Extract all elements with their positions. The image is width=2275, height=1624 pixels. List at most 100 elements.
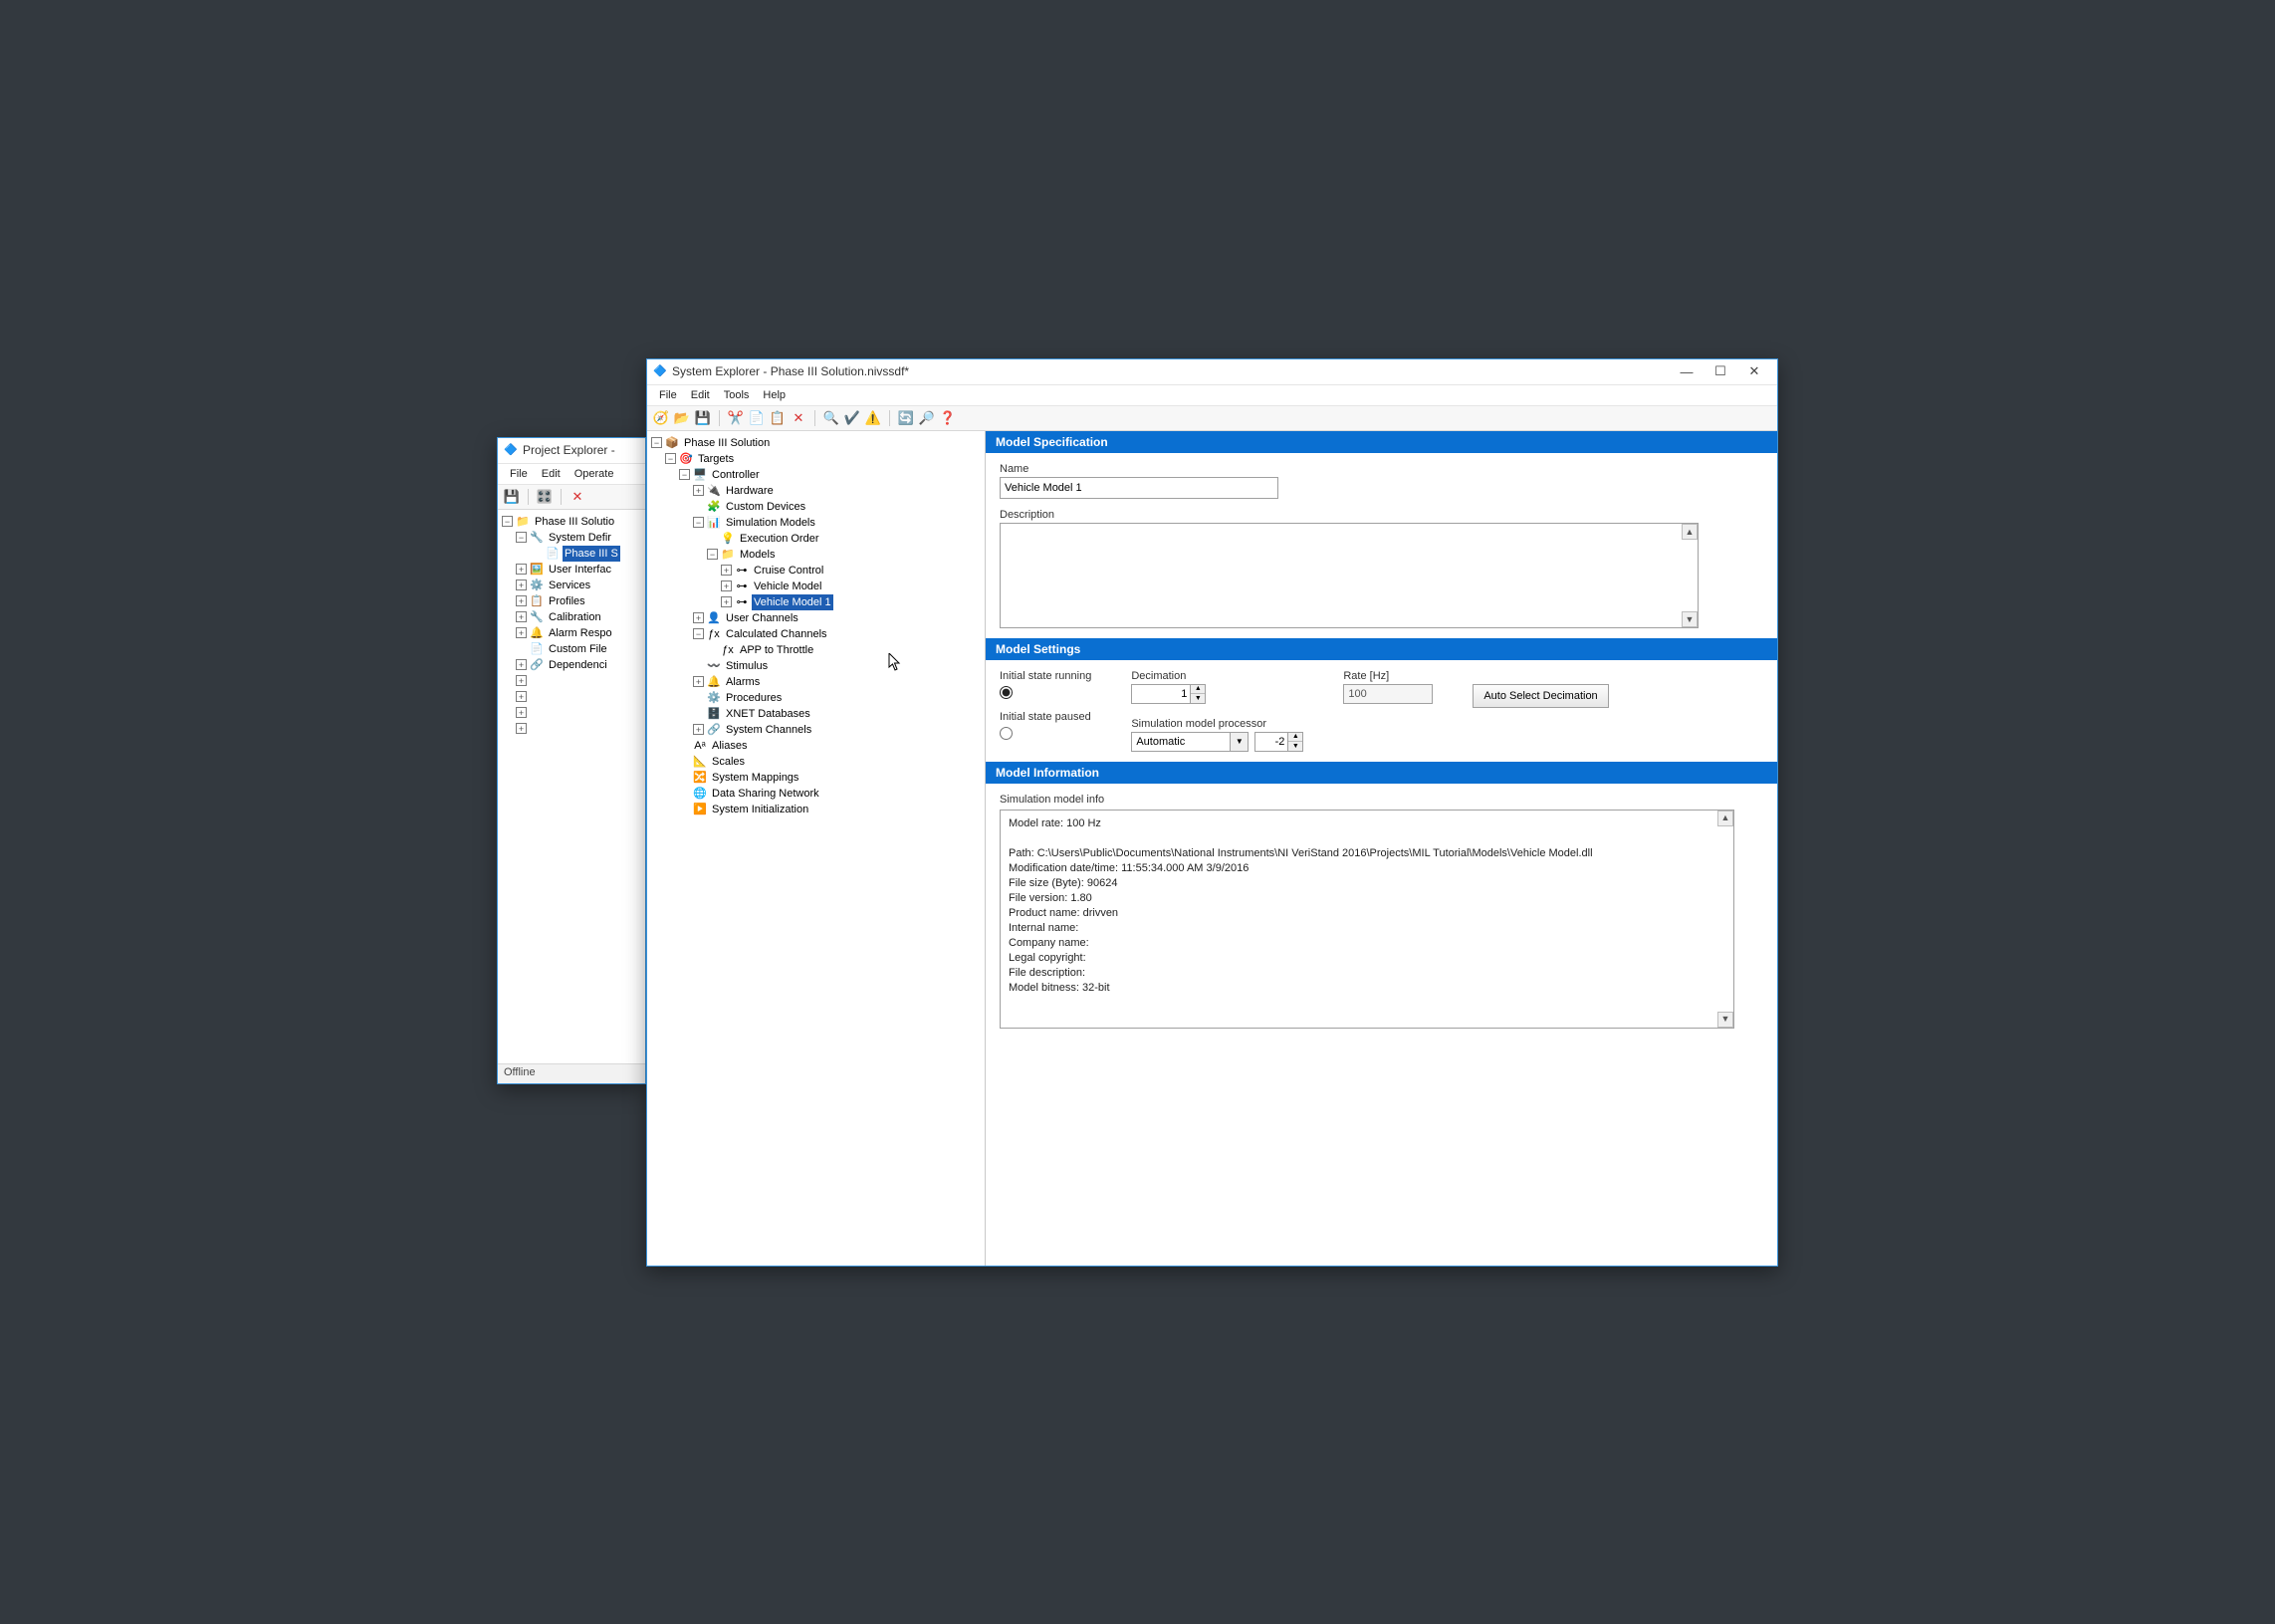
tree-row[interactable]: 🌐Data Sharing Network	[649, 786, 983, 802]
expand-icon[interactable]: +	[516, 580, 527, 590]
tree-row[interactable]: +	[500, 673, 643, 689]
processor-combo[interactable]	[1131, 732, 1231, 752]
save-icon[interactable]: 💾	[694, 409, 712, 427]
chevron-down-icon[interactable]: ▼	[1231, 732, 1249, 752]
processor-spinner[interactable]: ▲▼	[1288, 732, 1303, 752]
expand-icon[interactable]: +	[693, 724, 704, 735]
tree-row[interactable]: 🗄️XNET Databases	[649, 706, 983, 722]
menu-file[interactable]: File	[653, 387, 683, 403]
decimation-spinner[interactable]: ▲▼	[1191, 684, 1206, 704]
project-tree[interactable]: −📁Phase III Solutio −🔧System Defir 📄Phas…	[498, 510, 645, 1063]
decimation-input[interactable]	[1131, 684, 1191, 704]
tree-row[interactable]: +🔗System Channels	[649, 722, 983, 738]
tree-row[interactable]: ▶️System Initialization	[649, 802, 983, 817]
maximize-button[interactable]: ☐	[1704, 359, 1737, 383]
menu-edit[interactable]: Edit	[536, 466, 567, 482]
refresh-icon[interactable]: 🔄	[897, 409, 915, 427]
tree-row[interactable]: −📁Models	[649, 547, 983, 563]
expand-icon[interactable]: +	[516, 723, 527, 734]
scroll-down-icon[interactable]: ▼	[1717, 1012, 1733, 1028]
expand-icon[interactable]: +	[516, 611, 527, 622]
save-icon[interactable]: 💾	[503, 488, 521, 506]
tree-row[interactable]: +🔔Alarms	[649, 674, 983, 690]
tree-row[interactable]: +🔔Alarm Respo	[500, 625, 643, 641]
expand-icon[interactable]: −	[651, 437, 662, 448]
menu-file[interactable]: File	[504, 466, 534, 482]
expand-icon[interactable]: +	[516, 691, 527, 702]
expand-icon[interactable]: −	[502, 516, 513, 527]
scroll-down-icon[interactable]: ▼	[1682, 611, 1698, 627]
expand-icon[interactable]: +	[721, 580, 732, 591]
titlebar[interactable]: 🔷 Project Explorer -	[498, 438, 645, 464]
tree-row[interactable]: +🔗Dependenci	[500, 657, 643, 673]
copy-icon[interactable]: 📄	[748, 409, 766, 427]
tree-row[interactable]: +⚙️Services	[500, 578, 643, 593]
expand-icon[interactable]: +	[516, 675, 527, 686]
expand-icon[interactable]: +	[693, 676, 704, 687]
tree-row[interactable]: 📄Phase III S	[500, 546, 643, 562]
delete-icon[interactable]: ✕	[790, 409, 807, 427]
expand-icon[interactable]: +	[516, 595, 527, 606]
tree-row[interactable]: +	[500, 705, 643, 721]
tree-row[interactable]: +⊶Vehicle Model	[649, 579, 983, 594]
expand-icon[interactable]: −	[665, 453, 676, 464]
auto-select-decimation-button[interactable]: Auto Select Decimation	[1473, 684, 1608, 708]
tree-row[interactable]: −ƒxCalculated Channels	[649, 626, 983, 642]
delete-icon[interactable]: ✕	[569, 488, 586, 506]
expand-icon[interactable]: −	[516, 532, 527, 543]
chevron-down-icon[interactable]: ▼	[1288, 742, 1302, 751]
help-icon[interactable]: ❓	[939, 409, 957, 427]
chevron-down-icon[interactable]: ▼	[1191, 694, 1205, 703]
menu-operate[interactable]: Operate	[569, 466, 620, 482]
expand-icon[interactable]: −	[707, 549, 718, 560]
tree-row[interactable]: 💡Execution Order	[649, 531, 983, 547]
tree-row[interactable]: −🖥️Controller	[649, 467, 983, 483]
tree-row[interactable]: AᵃAliases	[649, 738, 983, 754]
expand-icon[interactable]: −	[693, 517, 704, 528]
expand-icon[interactable]: +	[693, 612, 704, 623]
tree-row[interactable]: ⚙️Procedures	[649, 690, 983, 706]
open-icon[interactable]: 📂	[673, 409, 691, 427]
tree-row[interactable]: +	[500, 721, 643, 737]
zoom-icon[interactable]: 🔎	[918, 409, 936, 427]
expand-icon[interactable]: +	[721, 565, 732, 576]
tree-row[interactable]: +🖼️User Interfac	[500, 562, 643, 578]
chevron-up-icon[interactable]: ▲	[1288, 733, 1302, 742]
paste-icon[interactable]: 📋	[769, 409, 787, 427]
tree-row[interactable]: +🔌Hardware	[649, 483, 983, 499]
menu-help[interactable]: Help	[757, 387, 792, 403]
config-icon[interactable]: 🎛️	[536, 488, 554, 506]
initial-running-radio[interactable]	[1000, 686, 1013, 699]
scroll-up-icon[interactable]: ▲	[1717, 811, 1733, 826]
check-icon[interactable]: ✔️	[843, 409, 861, 427]
tree-row[interactable]: −📁Phase III Solutio	[500, 514, 643, 530]
tree-row[interactable]: +🔧Calibration	[500, 609, 643, 625]
tree-row[interactable]: +👤User Channels	[649, 610, 983, 626]
tree-row[interactable]: 🧩Custom Devices	[649, 499, 983, 515]
model-info-box[interactable]: ▲ ▼ Model rate: 100 Hz Path: C:\Users\Pu…	[1000, 810, 1734, 1029]
minimize-button[interactable]: —	[1670, 359, 1704, 383]
tree-row[interactable]: −📦Phase III Solution	[649, 435, 983, 451]
tree-row[interactable]: −📊Simulation Models	[649, 515, 983, 531]
cut-icon[interactable]: ✂️	[727, 409, 745, 427]
tree-row[interactable]: ƒxAPP to Throttle	[649, 642, 983, 658]
system-tree-panel[interactable]: −📦Phase III Solution−🎯Targets−🖥️Controll…	[647, 431, 986, 1266]
tree-row[interactable]: 📄Custom File	[500, 641, 643, 657]
description-textarea[interactable]: ▲ ▼	[1000, 523, 1699, 628]
menu-edit[interactable]: Edit	[685, 387, 716, 403]
titlebar[interactable]: 🔷 System Explorer - Phase III Solution.n…	[647, 359, 1777, 385]
tree-row[interactable]: 〰️Stimulus	[649, 658, 983, 674]
warning-icon[interactable]: ⚠️	[864, 409, 882, 427]
tree-row[interactable]: −🎯Targets	[649, 451, 983, 467]
tree-row[interactable]: +	[500, 689, 643, 705]
chevron-up-icon[interactable]: ▲	[1191, 685, 1205, 694]
scroll-up-icon[interactable]: ▲	[1682, 524, 1698, 540]
close-button[interactable]: ✕	[1737, 359, 1771, 383]
expand-icon[interactable]: +	[693, 485, 704, 496]
name-input[interactable]	[1000, 477, 1278, 499]
tree-row[interactable]: +⊶Vehicle Model 1	[649, 594, 983, 610]
tree-row[interactable]: +⊶Cruise Control	[649, 563, 983, 579]
processor-spin-input[interactable]	[1254, 732, 1288, 752]
initial-paused-radio[interactable]	[1000, 727, 1013, 740]
expand-icon[interactable]: +	[516, 707, 527, 718]
